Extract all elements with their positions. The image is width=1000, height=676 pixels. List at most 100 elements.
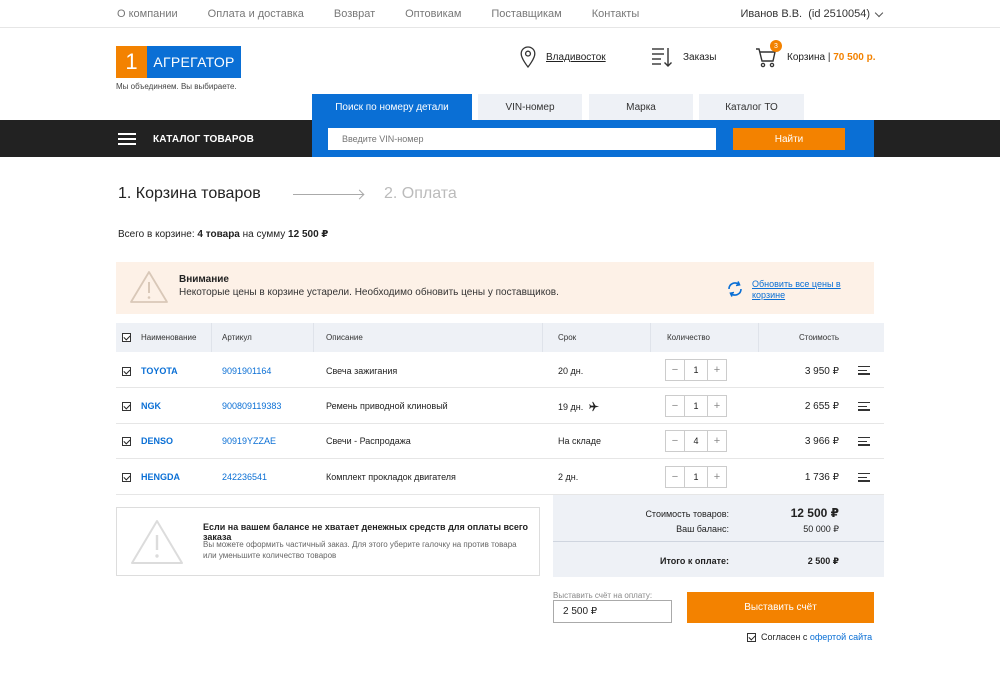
qty-value[interactable]: 4 [684,431,708,451]
warning-title: Внимание [179,274,229,285]
col-desc: Описание [326,333,363,342]
quantity-stepper: − 1 + [665,359,727,381]
hamburger-menu-icon[interactable] [118,133,136,148]
row-price: 3 966 ₽ [804,436,839,447]
row-brand[interactable]: HENGDA [141,472,180,482]
topnav-suppliers[interactable]: Поставщикам [491,8,561,20]
chevron-down-icon [874,8,884,17]
qty-plus-button[interactable]: + [708,396,726,416]
cart-count-badge: 3 [770,40,782,52]
cart-summary: Всего в корзине: 4 товара на сумму 12 50… [118,229,328,240]
balance-notice: Если на вашем балансе не хватает денежны… [116,507,540,576]
summary-mid: на сумму [239,229,289,240]
invoice-amount-input[interactable]: 2 500 ₽ [553,600,672,623]
qty-minus-button[interactable]: − [666,396,684,416]
col-name: Наименование [141,333,197,342]
price-warning: Внимание Некоторые цены в корзине устаре… [116,262,874,314]
tab-vin[interactable]: VIN-номер [478,94,582,120]
cart-icon-wrap: 3 [755,40,782,68]
row-menu-icon[interactable] [858,473,870,484]
cart-link[interactable]: 3 Корзина | 70 500 р. [755,40,876,68]
totals-divider [553,541,884,542]
col-divider [758,323,759,352]
qty-minus-button[interactable]: − [666,467,684,487]
offer-link[interactable]: офертой сайта [810,632,872,642]
topnav-wholesale[interactable]: Оптовикам [405,8,461,20]
qty-plus-button[interactable]: + [708,431,726,451]
summary-prefix: Всего в корзине: [118,229,198,240]
warning-text: Некоторые цены в корзине устарели. Необх… [179,287,559,298]
user-menu[interactable]: Иванов В.В. (id 2510054) [740,8,884,20]
goods-cost-label: Стоимость товаров: [645,509,729,519]
row-article[interactable]: 900809119383 [222,401,281,411]
table-row: TOYOTA 9091901164 Свеча зажигания 20 дн.… [116,353,884,388]
row-term: 19 дн. [558,401,600,412]
catalog-label[interactable]: КАТАЛОГ ТОВАРОВ [153,134,254,145]
tab-part-number[interactable]: Поиск по номеру детали [312,94,472,120]
refresh-prices-link[interactable]: Обновить все цены в корзине [726,279,847,301]
row-term: На складе [558,436,601,446]
invoice-label: Выставить счёт на оплату: [553,591,653,600]
row-article[interactable]: 242236541 [222,472,267,482]
tab-brand[interactable]: Марка [589,94,693,120]
summary-count: 4 товара [197,229,240,240]
qty-plus-button[interactable]: + [708,360,726,380]
row-term: 20 дн. [558,366,583,376]
topnav-contacts[interactable]: Контакты [592,8,640,20]
top-nav: О компании Оплата и доставка Возврат Опт… [117,8,669,20]
qty-minus-button[interactable]: − [666,431,684,451]
row-term: 2 дн. [558,472,578,482]
balance-value: 50 000 ₽ [803,524,839,534]
select-all-checkbox[interactable] [122,333,131,342]
search-panel: Найти [312,120,874,157]
topnav-about[interactable]: О компании [117,8,178,20]
row-menu-icon[interactable] [858,402,870,413]
row-article[interactable]: 9091901164 [222,366,271,376]
goods-cost-value: 12 500 ₽ [790,506,839,520]
qty-value[interactable]: 1 [684,360,708,380]
issue-invoice-button[interactable]: Выставить счёт [687,592,874,623]
row-menu-icon[interactable] [858,437,870,448]
row-brand[interactable]: NGK [141,401,161,411]
table-row: DENSO 90919YZZAE Свечи - Распродажа На с… [116,424,884,459]
agree-offer: Согласен с офертой сайта [747,632,872,642]
tab-catalog-to[interactable]: Каталог ТО [699,94,804,120]
logo[interactable]: 1 АГРЕГАТОР [116,46,241,78]
qty-minus-button[interactable]: − [666,360,684,380]
total-label: Итого к оплате: [660,556,729,566]
col-divider [313,323,314,352]
row-term-text: 19 дн. [558,401,584,412]
city-selector[interactable]: Владивосток [520,46,606,68]
totals-panel: Стоимость товаров: 12 500 ₽ Ваш баланс: … [553,495,884,577]
top-bar: О компании Оплата и доставка Возврат Опт… [0,0,1000,28]
topnav-return[interactable]: Возврат [334,8,375,20]
qty-value[interactable]: 1 [684,467,708,487]
row-menu-icon[interactable] [858,366,870,377]
city-name: Владивосток [546,51,606,63]
agree-checkbox[interactable] [747,632,756,642]
row-checkbox[interactable] [122,473,131,482]
refresh-label: Обновить все цены в корзине [752,279,841,300]
row-article[interactable]: 90919YZZAE [222,436,276,446]
search-button[interactable]: Найти [733,128,845,150]
table-header: Наименование Артикул Описание Срок Колич… [116,323,884,352]
row-brand[interactable]: TOYOTA [141,366,178,376]
agree-text: Согласен с [761,632,810,642]
row-term-text: 20 дн. [558,366,584,376]
notice-text: Вы можете оформить частичный заказ. Для … [203,540,517,560]
col-qty: Количество [667,333,710,342]
col-divider [650,323,651,352]
quantity-stepper: − 1 + [665,395,727,417]
vin-search-input[interactable] [328,128,716,150]
topnav-payment[interactable]: Оплата и доставка [208,8,304,20]
row-checkbox[interactable] [122,402,131,411]
row-checkbox[interactable] [122,367,131,376]
logo-number: 1 [116,46,147,78]
step-payment: 2. Оплата [384,185,457,202]
row-brand[interactable]: DENSO [141,436,173,446]
warning-triangle-icon [131,520,183,564]
qty-value[interactable]: 1 [684,396,708,416]
row-checkbox[interactable] [122,437,131,446]
qty-plus-button[interactable]: + [708,467,726,487]
orders-link[interactable]: Заказы [651,46,716,68]
